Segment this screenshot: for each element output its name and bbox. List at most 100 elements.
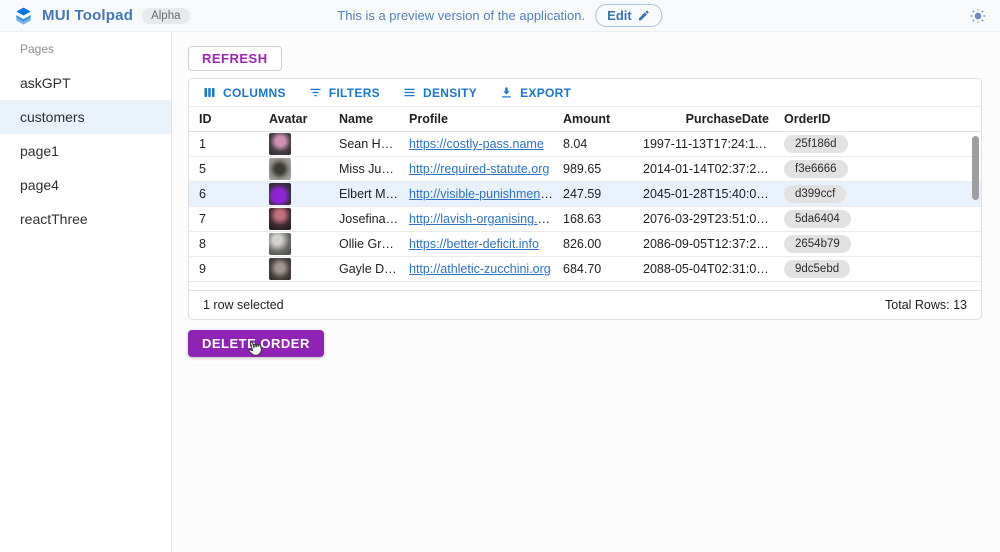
sidebar-item-page4[interactable]: page4 xyxy=(0,168,171,202)
grid-footer: 1 row selected Total Rows: 13 xyxy=(189,290,981,319)
sidebar-item-label: askGPT xyxy=(20,75,71,91)
refresh-button[interactable]: REFRESH xyxy=(188,46,282,71)
cell-purchasedate: 2014-01-14T02:37:28.536Z xyxy=(643,162,774,176)
cell-name: Elbert McL... xyxy=(329,187,399,201)
columns-button-label: COLUMNS xyxy=(223,86,286,100)
total-rows-status: Total Rows: 13 xyxy=(885,298,967,312)
app-brand: MUI Toolpad Alpha xyxy=(14,6,190,25)
profile-link[interactable]: https://better-deficit.info xyxy=(409,237,539,251)
cell-amount: 168.63 xyxy=(553,212,643,226)
column-header-amount[interactable]: Amount xyxy=(553,112,643,126)
avatar xyxy=(269,183,291,205)
table-row[interactable]: 7 Josefina P... http://lavish-organising… xyxy=(189,207,981,232)
orderid-chip: f3e6666 xyxy=(784,160,848,178)
cell-id: 1 xyxy=(189,137,259,151)
cell-purchasedate: 2088-05-04T02:31:03.294Z xyxy=(643,262,774,276)
sidebar-item-page1[interactable]: page1 xyxy=(0,134,171,168)
cell-name: Josefina P... xyxy=(329,212,399,226)
sidebar-item-askgpt[interactable]: askGPT xyxy=(0,66,171,100)
grid-toolbar: COLUMNS FILTERS DENSITY xyxy=(189,79,981,106)
edit-button[interactable]: Edit xyxy=(595,4,663,27)
cell-purchasedate: 2076-03-29T23:51:07.968Z xyxy=(643,212,774,226)
edit-button-label: Edit xyxy=(607,8,632,23)
sidebar-item-label: reactThree xyxy=(20,211,88,227)
table-row-selected[interactable]: 6 Elbert McL... http://visible-punishmen… xyxy=(189,182,981,207)
orderid-chip: 5da6404 xyxy=(784,210,851,228)
filter-funnel-icon xyxy=(308,85,323,100)
cell-id: 9 xyxy=(189,262,259,276)
cell-name: Sean Harris xyxy=(329,137,399,151)
avatar xyxy=(269,133,291,155)
pencil-icon xyxy=(638,9,651,22)
table-row[interactable]: 5 Miss Juan ... http://required-statute.… xyxy=(189,157,981,182)
avatar xyxy=(269,258,291,280)
cell-name: Gayle Den... xyxy=(329,262,399,276)
cell-amount: 247.59 xyxy=(553,187,643,201)
cell-name: Ollie Green... xyxy=(329,237,399,251)
columns-button[interactable]: COLUMNS xyxy=(195,82,293,103)
grid-rows-viewport: 1 Sean Harris https://costly-pass.name 8… xyxy=(189,132,981,290)
view-columns-icon xyxy=(202,85,217,100)
sidebar-item-reactthree[interactable]: reactThree xyxy=(0,202,171,236)
customers-data-grid: COLUMNS FILTERS DENSITY xyxy=(188,78,982,320)
cell-id: 8 xyxy=(189,237,259,251)
avatar xyxy=(269,158,291,180)
cell-id: 6 xyxy=(189,187,259,201)
toolpad-logo-icon xyxy=(14,6,33,25)
sidebar-item-label: page4 xyxy=(20,177,59,193)
profile-link[interactable]: http://lavish-organising.name xyxy=(409,212,553,226)
column-header-purchasedate[interactable]: PurchaseDate xyxy=(643,112,774,126)
grid-header-row: ID Avatar Name Profile Amount PurchaseDa… xyxy=(189,106,981,132)
filters-button-label: FILTERS xyxy=(329,86,380,100)
orderid-chip: 25f186d xyxy=(784,135,848,153)
avatar xyxy=(269,208,291,230)
cell-purchasedate: 2045-01-28T15:40:06.325Z xyxy=(643,187,774,201)
table-row[interactable]: 9 Gayle Den... http://athletic-zucchini.… xyxy=(189,257,981,282)
cell-amount: 8.04 xyxy=(553,137,643,151)
density-button-label: DENSITY xyxy=(423,86,477,100)
export-button-label: EXPORT xyxy=(520,86,571,100)
density-button[interactable]: DENSITY xyxy=(395,82,484,103)
cell-name: Miss Juan ... xyxy=(329,162,399,176)
app-title: MUI Toolpad xyxy=(42,7,133,24)
page-content: REFRESH COLUMNS FILTERS xyxy=(172,32,1000,552)
cell-amount: 684.70 xyxy=(553,262,643,276)
sun-icon xyxy=(970,8,986,24)
profile-link[interactable]: http://required-statute.org xyxy=(409,162,549,176)
download-icon xyxy=(499,85,514,100)
app-bar: MUI Toolpad Alpha This is a preview vers… xyxy=(0,0,1000,32)
menu-lines-icon xyxy=(402,85,417,100)
orderid-chip: 9dc5ebd xyxy=(784,260,850,278)
export-button[interactable]: EXPORT xyxy=(492,82,578,103)
vertical-scrollbar[interactable] xyxy=(972,136,979,200)
sidebar-item-customers[interactable]: customers xyxy=(0,100,171,134)
delete-order-button[interactable]: DELETE ORDER xyxy=(188,330,324,357)
avatar xyxy=(269,233,291,255)
cell-purchasedate: 1997-11-13T17:24:11.769Z xyxy=(643,137,774,151)
column-header-avatar[interactable]: Avatar xyxy=(259,112,329,126)
orderid-chip: 2654b79 xyxy=(784,235,851,253)
sidebar-item-label: customers xyxy=(20,109,85,125)
table-row[interactable]: 1 Sean Harris https://costly-pass.name 8… xyxy=(189,132,981,157)
filters-button[interactable]: FILTERS xyxy=(301,82,387,103)
cell-amount: 826.00 xyxy=(553,237,643,251)
pages-section-label: Pages xyxy=(0,38,171,66)
column-header-name[interactable]: Name xyxy=(329,112,399,126)
column-header-profile[interactable]: Profile xyxy=(399,112,553,126)
profile-link[interactable]: https://costly-pass.name xyxy=(409,137,544,151)
alpha-badge: Alpha xyxy=(142,8,189,24)
selected-rows-status: 1 row selected xyxy=(203,298,284,312)
profile-link[interactable]: http://athletic-zucchini.org xyxy=(409,262,551,276)
column-header-id[interactable]: ID xyxy=(189,112,259,126)
cell-purchasedate: 2086-09-05T12:37:27.015Z xyxy=(643,237,774,251)
theme-toggle-button[interactable] xyxy=(970,8,986,24)
orderid-chip: d399ccf xyxy=(784,185,846,203)
cell-id: 7 xyxy=(189,212,259,226)
column-header-orderid[interactable]: OrderID xyxy=(774,112,981,126)
preview-banner-text: This is a preview version of the applica… xyxy=(337,8,585,23)
sidebar-item-label: page1 xyxy=(20,143,59,159)
cell-amount: 989.65 xyxy=(553,162,643,176)
table-row[interactable]: 8 Ollie Green... https://better-deficit.… xyxy=(189,232,981,257)
profile-link[interactable]: http://visible-punishment.net xyxy=(409,187,553,201)
cell-id: 5 xyxy=(189,162,259,176)
